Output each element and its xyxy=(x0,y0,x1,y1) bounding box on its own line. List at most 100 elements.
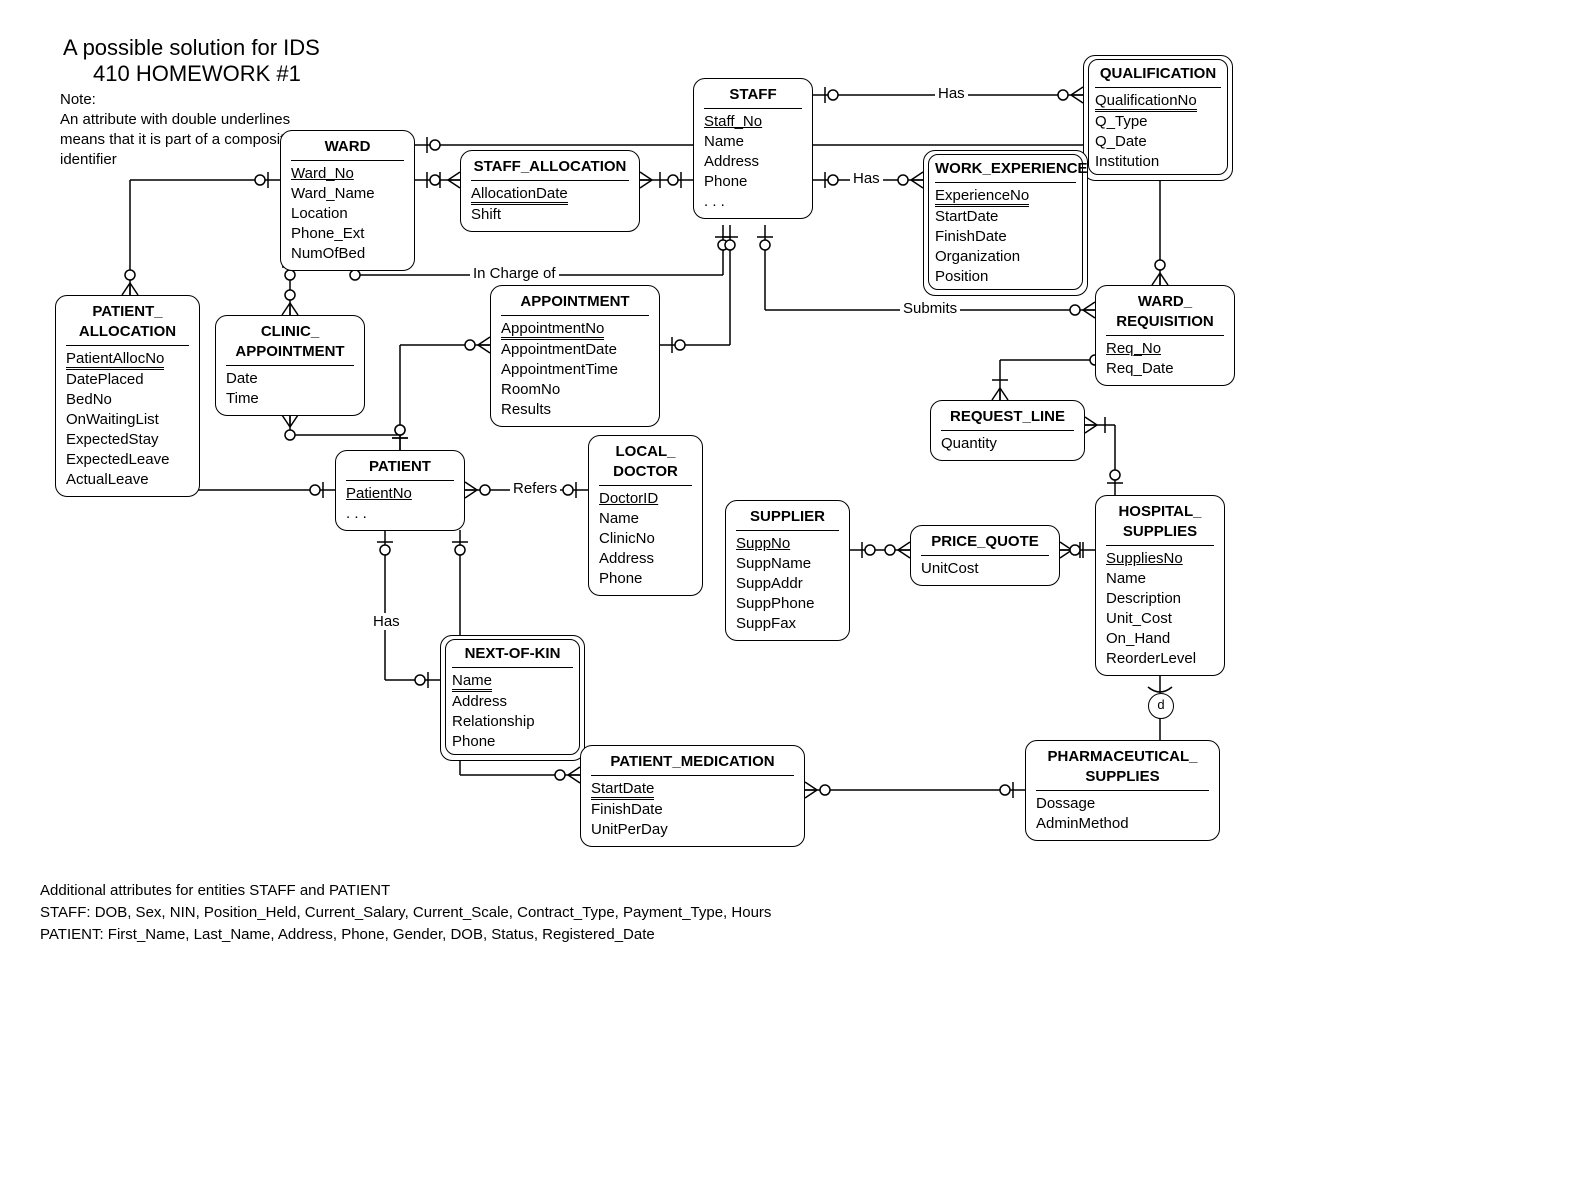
attribute: Staff_No xyxy=(704,112,802,132)
attribute: Shift xyxy=(471,205,629,225)
entity-attributes: PatientAllocNoDatePlacedBedNoOnWaitingLi… xyxy=(66,345,189,490)
attribute: Description xyxy=(1106,589,1214,609)
entity-attributes: UnitCost xyxy=(921,555,1049,579)
title-line-1: A possible solution for IDS xyxy=(63,35,320,61)
diagram-title: A possible solution for IDS 410 HOMEWORK… xyxy=(63,35,320,87)
entity-patientalloc: PATIENT_ALLOCATIONPatientAllocNoDatePlac… xyxy=(55,295,200,497)
attribute: SuppAddr xyxy=(736,574,839,594)
attribute: Institution xyxy=(1095,152,1221,172)
entity-attributes: AllocationDateShift xyxy=(471,180,629,225)
attribute: SuppName xyxy=(736,554,839,574)
attribute: Phone_Ext xyxy=(291,224,404,244)
entity-workexp: WORK_EXPERIENCEExperienceNoStartDateFini… xyxy=(923,150,1088,296)
relationship-label: Has xyxy=(850,170,883,187)
attribute: Q_Date xyxy=(1095,132,1221,152)
attribute: Results xyxy=(501,400,649,420)
attribute: ExpectedLeave xyxy=(66,450,189,470)
entity-name: WARD_REQUISITION xyxy=(1106,290,1224,335)
entity-attributes: Staff_NoNameAddressPhone. . . xyxy=(704,108,802,212)
attribute: ExperienceNo xyxy=(935,186,1076,207)
entity-name: STAFF_ALLOCATION xyxy=(471,155,629,180)
attribute: PatientAllocNo xyxy=(66,349,189,370)
entity-patientmed: PATIENT_MEDICATIONStartDateFinishDateUni… xyxy=(580,745,805,847)
attribute: Name xyxy=(452,671,573,692)
attribute: Phone xyxy=(452,732,573,752)
attribute: ClinicNo xyxy=(599,529,692,549)
attribute: SuppPhone xyxy=(736,594,839,614)
er-diagram-canvas: A possible solution for IDS 410 HOMEWORK… xyxy=(0,0,1590,1183)
entity-attributes: Req_NoReq_Date xyxy=(1106,335,1224,379)
entity-name: SUPPLIER xyxy=(736,505,839,530)
entity-pharmasupplies: PHARMACEUTICAL_SUPPLIESDossageAdminMetho… xyxy=(1025,740,1220,841)
attribute: Organization xyxy=(935,247,1076,267)
entity-name: APPOINTMENT xyxy=(501,290,649,315)
entity-attributes: Quantity xyxy=(941,430,1074,454)
attribute: Time xyxy=(226,389,354,409)
attribute: OnWaitingList xyxy=(66,410,189,430)
attribute: ReorderLevel xyxy=(1106,649,1214,669)
entity-attributes: QualificationNoQ_TypeQ_DateInstitution xyxy=(1095,87,1221,172)
attribute: Req_Date xyxy=(1106,359,1224,379)
entity-qualification: QUALIFICATIONQualificationNoQ_TypeQ_Date… xyxy=(1083,55,1233,181)
entity-name: CLINIC_APPOINTMENT xyxy=(226,320,354,365)
relationship-label: In Charge of xyxy=(470,265,559,282)
attribute: RoomNo xyxy=(501,380,649,400)
attribute: PatientNo xyxy=(346,484,454,504)
attribute: Name xyxy=(599,509,692,529)
entity-requestline: REQUEST_LINEQuantity xyxy=(930,400,1085,461)
entity-attributes: SuppNoSuppNameSuppAddrSuppPhoneSuppFax xyxy=(736,530,839,634)
attribute: Name xyxy=(1106,569,1214,589)
attribute: QualificationNo xyxy=(1095,91,1221,112)
entity-name: PATIENT_MEDICATION xyxy=(591,750,794,775)
entity-name: PATIENT_ALLOCATION xyxy=(66,300,189,345)
entity-appointment: APPOINTMENT AppointmentNoAppointmentDateA… xyxy=(490,285,660,427)
entity-name: PHARMACEUTICAL_SUPPLIES xyxy=(1036,745,1209,790)
entity-wardreq: WARD_REQUISITIONReq_NoReq_Date xyxy=(1095,285,1235,386)
relationship-label: Submits xyxy=(900,300,960,317)
attribute: Name xyxy=(704,132,802,152)
entity-name: WARD xyxy=(291,135,404,160)
attribute: Phone xyxy=(704,172,802,192)
attribute: StartDate xyxy=(591,779,794,800)
entity-attributes: PatientNo. . . xyxy=(346,480,454,524)
entity-pricequote: PRICE_QUOTEUnitCost xyxy=(910,525,1060,586)
attribute: ActualLeave xyxy=(66,470,189,490)
attribute: DatePlaced xyxy=(66,370,189,390)
attribute: ExpectedStay xyxy=(66,430,189,450)
attribute: AllocationDate xyxy=(471,184,629,205)
attribute: Unit_Cost xyxy=(1106,609,1214,629)
entity-name: HOSPITAL_SUPPLIES xyxy=(1106,500,1214,545)
footer-title: Additional attributes for entities STAFF… xyxy=(40,880,771,902)
relationship-label: Has xyxy=(370,613,403,630)
attribute: Address xyxy=(599,549,692,569)
attribute: AppointmentDate xyxy=(501,340,649,360)
entity-attributes: Ward_NoWard_NameLocationPhone_ExtNumOfBe… xyxy=(291,160,404,264)
entity-name: QUALIFICATION xyxy=(1095,62,1221,87)
entity-name: LOCAL_DOCTOR xyxy=(599,440,692,485)
attribute: Ward_No xyxy=(291,164,404,184)
attribute: DoctorID xyxy=(599,489,692,509)
entity-name: WORK_EXPERIENCE xyxy=(935,157,1076,182)
entity-attributes: ExperienceNoStartDateFinishDateOrganizat… xyxy=(935,182,1076,287)
entity-name: STAFF xyxy=(704,83,802,108)
attribute: Date xyxy=(226,369,354,389)
entity-attributes: DossageAdminMethod xyxy=(1036,790,1209,834)
attribute: Dossage xyxy=(1036,794,1209,814)
attribute: NumOfBed xyxy=(291,244,404,264)
attribute: SuppliesNo xyxy=(1106,549,1214,569)
disjoint-circle: d xyxy=(1148,693,1174,719)
relationship-label: Refers xyxy=(510,480,560,497)
attribute: On_Hand xyxy=(1106,629,1214,649)
title-line-2: 410 HOMEWORK #1 xyxy=(63,61,320,87)
attribute: Phone xyxy=(599,569,692,589)
attribute: AppointmentTime xyxy=(501,360,649,380)
attribute: BedNo xyxy=(66,390,189,410)
entity-name: REQUEST_LINE xyxy=(941,405,1074,430)
attribute: . . . xyxy=(704,192,802,212)
diagram-note: Note: An attribute with double underline… xyxy=(60,90,300,170)
attribute: Location xyxy=(291,204,404,224)
attribute: AppointmentNo xyxy=(501,319,649,340)
entity-name: NEXT-OF-KIN xyxy=(452,642,573,667)
entity-attributes: NameAddressRelationshipPhone xyxy=(452,667,573,752)
entity-ward: WARDWard_NoWard_NameLocationPhone_ExtNum… xyxy=(280,130,415,271)
